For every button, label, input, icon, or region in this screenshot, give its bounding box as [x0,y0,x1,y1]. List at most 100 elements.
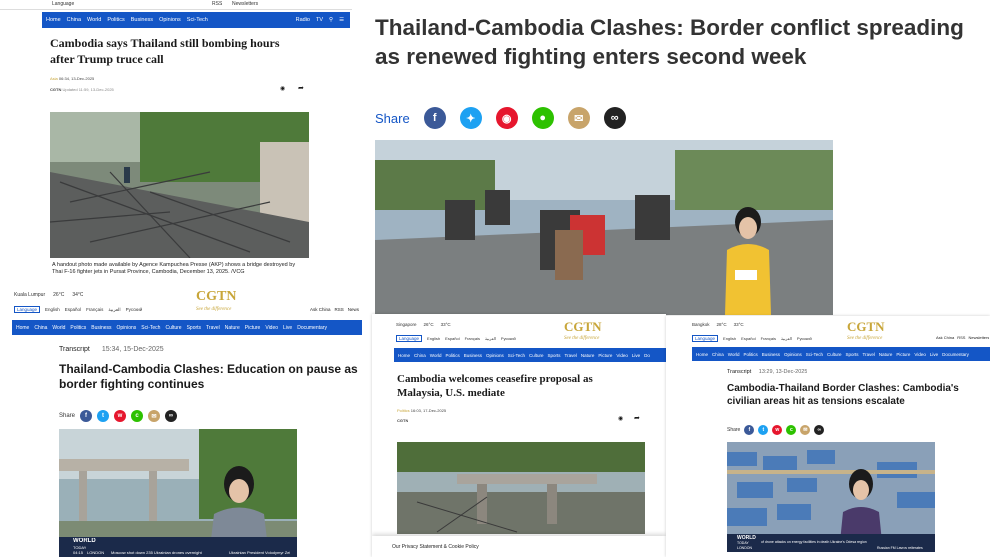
nav-video[interactable]: Video [914,352,925,357]
nav-home[interactable]: Home [398,353,410,358]
nav-home[interactable]: Home [696,352,708,357]
nav-documentary[interactable]: Do [644,353,650,358]
lang-espanol[interactable]: Español [445,336,459,341]
email-icon[interactable]: ✉ [567,107,590,129]
nav-live[interactable]: Live [283,325,292,331]
nav-culture[interactable]: Culture [827,352,842,357]
newsletters-link[interactable]: Newsletters [232,1,258,7]
lang-francais[interactable]: Français [465,336,480,341]
rss-link[interactable]: RSS [212,1,222,7]
language-button[interactable]: Language [14,306,41,313]
nav-opinions[interactable]: Opinions [486,353,504,358]
email-icon[interactable]: ✉ [148,410,161,422]
nav-travel[interactable]: Travel [206,325,220,331]
language-link[interactable]: Language [52,1,74,7]
ask-china-link[interactable]: Ask China [936,335,954,340]
nav-travel[interactable]: Travel [863,352,875,357]
share-icon[interactable]: ➦ [298,84,304,92]
headline[interactable]: Cambodia-Thailand Border Clashes: Cambod… [727,382,977,408]
nav-culture[interactable]: Culture [165,325,181,331]
twitter-icon[interactable]: ✦ [459,107,482,129]
nav-sports[interactable]: Sports [187,325,201,331]
nav-opinions[interactable]: Opinions [784,352,802,357]
nav-business[interactable]: Business [762,352,780,357]
lang-english[interactable]: English [427,336,440,341]
search-icon[interactable]: ⚲ [329,17,333,23]
lang-espanol[interactable]: Español [741,336,755,341]
nav-scitech[interactable]: Sci-Tech [508,353,525,358]
audio-icon[interactable]: ◉ [618,415,623,422]
link-icon[interactable]: ∞ [165,410,178,422]
nav-picture[interactable]: Picture [896,352,910,357]
nav-politics[interactable]: Politics [70,325,86,331]
language-button[interactable]: Language [692,335,719,342]
nav-china[interactable]: China [34,325,47,331]
lang-arabic[interactable]: العربية [108,307,120,313]
wechat-icon[interactable]: ● [531,107,554,129]
nav-scitech[interactable]: Sci-Tech [141,325,160,331]
weibo-icon[interactable]: w [114,410,127,422]
wechat-icon[interactable]: c [786,425,797,435]
nav-documentary[interactable]: Documentary [297,325,327,331]
language-button[interactable]: Language [396,335,423,342]
facebook-icon[interactable]: f [80,410,93,422]
nav-scitech[interactable]: Sci-Tech [806,352,823,357]
rss-link[interactable]: RSS [335,307,344,312]
news-link[interactable]: News [348,307,359,312]
nav-video[interactable]: Video [265,325,278,331]
cgtn-logo[interactable]: CGTN See the difference [847,321,885,345]
audio-icon[interactable]: ◉ [280,85,285,92]
nav-scitech[interactable]: Sci-Tech [187,17,208,23]
nav-china[interactable]: China [67,17,81,23]
main-headline[interactable]: Thailand-Cambodia Clashes: Border confli… [375,13,987,71]
nav-world[interactable]: World [87,17,101,23]
nav-picture[interactable]: Picture [245,325,261,331]
weibo-icon[interactable]: w [772,425,783,435]
lang-russian[interactable]: Pусский [797,336,812,341]
nav-politics[interactable]: Politics [743,352,757,357]
nav-sports[interactable]: Sports [846,352,859,357]
nav-business[interactable]: Business [131,17,153,23]
twitter-icon[interactable]: t [97,410,110,422]
lang-english[interactable]: English [723,336,736,341]
main-video-frame[interactable] [375,140,833,315]
nav-politics[interactable]: Politics [445,353,459,358]
nav-opinions[interactable]: Opinions [159,17,181,23]
privacy-text[interactable]: Our Privacy Statement & Cookie Policy [392,544,479,550]
nav-home[interactable]: Home [16,325,29,331]
nav-china[interactable]: China [414,353,426,358]
nav-travel[interactable]: Travel [565,353,577,358]
nav-nature[interactable]: Nature [879,352,893,357]
lang-arabic[interactable]: العربية [485,336,496,341]
cgtn-logo[interactable]: CGTN See the difference [196,290,236,316]
weibo-icon[interactable]: ◉ [495,107,518,129]
headline[interactable]: Thailand-Cambodia Clashes: Education on … [59,362,359,392]
cgtn-logo[interactable]: CGTN See the difference [564,321,602,345]
email-icon[interactable]: ✉ [800,425,811,435]
lang-francais[interactable]: Français [761,336,776,341]
nav-world[interactable]: World [52,325,65,331]
lang-english[interactable]: English [45,307,60,312]
link-icon[interactable]: ∞ [603,107,626,129]
nav-nature[interactable]: Nature [581,353,595,358]
link-icon[interactable]: ∞ [814,425,825,435]
rss-link[interactable]: RSS [957,335,965,340]
twitter-icon[interactable]: t [758,425,769,435]
tv-link[interactable]: TV [316,17,323,23]
nav-world[interactable]: World [728,352,740,357]
facebook-icon[interactable]: f [423,107,446,129]
nav-video[interactable]: Video [616,353,627,358]
radio-link[interactable]: Radio [296,17,310,23]
ask-china-link[interactable]: Ask China [310,307,331,312]
nav-culture[interactable]: Culture [529,353,544,358]
nav-china[interactable]: China [712,352,724,357]
wechat-icon[interactable]: c [131,410,144,422]
nav-documentary[interactable]: Documentary [942,352,969,357]
nav-sports[interactable]: Sports [548,353,561,358]
share-icon[interactable]: ➦ [634,414,640,422]
nav-politics[interactable]: Politics [107,17,124,23]
lang-russian[interactable]: Pусский [501,336,516,341]
headline[interactable]: Cambodia says Thailand still bombing hou… [50,36,300,67]
nav-opinions[interactable]: Opinions [117,325,137,331]
lang-francais[interactable]: Français [86,307,103,312]
